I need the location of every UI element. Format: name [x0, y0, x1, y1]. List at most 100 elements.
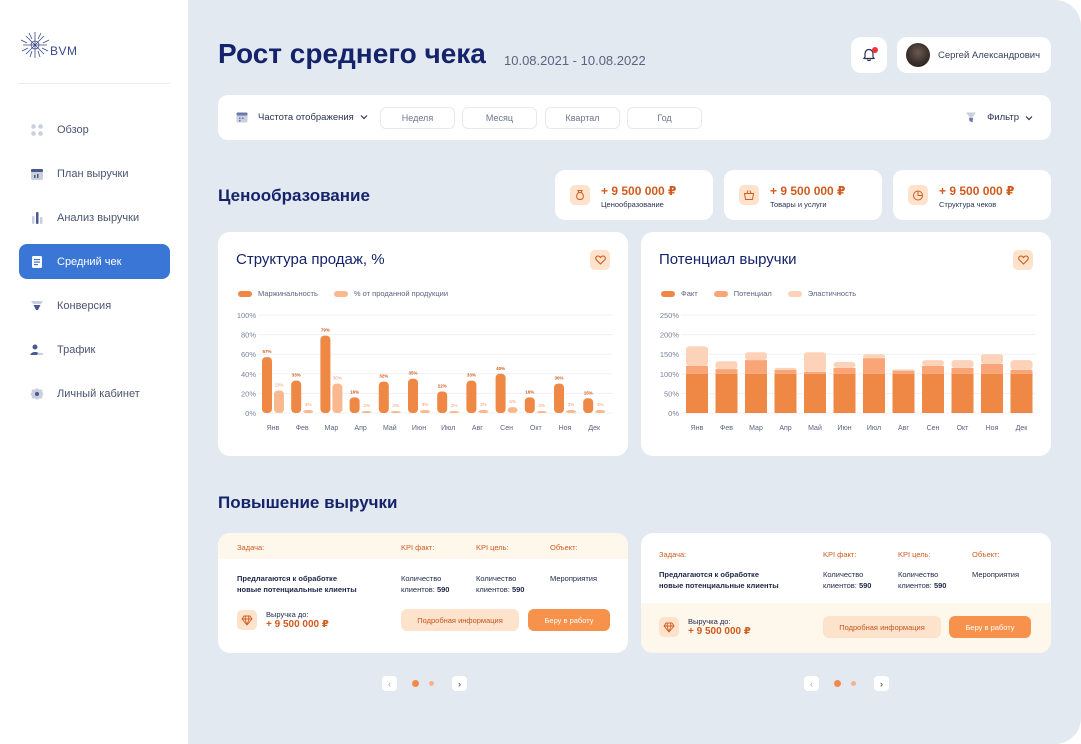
- bar-potential: [715, 369, 738, 374]
- period-quarter-button[interactable]: Квартал: [545, 107, 620, 129]
- bar-margin: [320, 335, 331, 413]
- data-label: 33%: [292, 373, 301, 378]
- sidebar-nav: Обзор План выручки Анализ выручки Средни…: [19, 112, 170, 420]
- carousel-pager: ‹ ›: [804, 676, 889, 691]
- bar-margin: [291, 380, 302, 413]
- details-button[interactable]: Подробная информация: [401, 609, 519, 631]
- y-tick-label: 0%: [668, 409, 679, 418]
- logo[interactable]: BVM: [18, 30, 78, 60]
- filter-label: Фильтр: [987, 112, 1019, 123]
- notification-badge: [872, 47, 878, 53]
- task-description: Предлагаются к обработке новые потенциал…: [237, 573, 357, 595]
- x-tick-label: Июн: [412, 425, 426, 432]
- data-label: 6%: [509, 399, 516, 404]
- diamond-icon: [237, 610, 257, 630]
- legend-swatch: [661, 290, 675, 297]
- users-icon: [30, 343, 44, 357]
- favorite-button[interactable]: [590, 250, 610, 270]
- favorite-button[interactable]: [1013, 250, 1033, 270]
- bar-fact: [686, 373, 708, 413]
- bar-potential: [745, 360, 767, 374]
- frequency-label: Частота отображения: [258, 111, 354, 123]
- bar-sold: [507, 407, 518, 413]
- next-page-button[interactable]: ›: [452, 676, 467, 691]
- kpi-fact-header: KPI факт:: [401, 543, 435, 552]
- task-line: Предлагаются к обработке: [237, 574, 337, 583]
- legend-item: Потенциал: [713, 289, 772, 298]
- x-tick-label: Фев: [296, 425, 309, 432]
- sidebar-item-label: Конверсия: [57, 299, 112, 312]
- data-label: 79%: [321, 328, 330, 333]
- sidebar-item-account[interactable]: Личный кабинет: [19, 376, 170, 411]
- legend-item: % от проданной продукции: [333, 289, 449, 298]
- take-to-work-button[interactable]: Беру в работу: [949, 616, 1031, 638]
- page-dot[interactable]: [429, 681, 434, 686]
- user-profile-button[interactable]: Сергей Александрович: [897, 37, 1051, 73]
- receipt-icon: [30, 255, 44, 269]
- bar-potential: [686, 365, 708, 374]
- notifications-button[interactable]: [851, 37, 887, 73]
- bar-margin: [495, 373, 506, 413]
- prev-page-button[interactable]: ‹: [804, 676, 819, 691]
- heart-icon: [594, 255, 606, 265]
- kpi-line: Количество: [476, 574, 517, 583]
- legend-item: Маржинальность: [238, 289, 318, 298]
- object-header: Объект:: [550, 543, 578, 552]
- bar-elasticity: [745, 352, 767, 361]
- sidebar-item-revenue-analysis[interactable]: Анализ выручки: [19, 200, 170, 235]
- x-tick-label: Ноя: [986, 425, 999, 432]
- y-tick-label: 100%: [237, 311, 257, 320]
- y-tick-label: 200%: [660, 331, 680, 340]
- page-dot-active[interactable]: [412, 680, 419, 687]
- x-tick-label: Июл: [441, 425, 455, 432]
- sidebar-item-revenue-plan[interactable]: План выручки: [19, 156, 170, 191]
- sidebar-item-label: Анализ выручки: [57, 211, 140, 224]
- task-line: новые потенциальные клиенты: [237, 585, 357, 594]
- kpi-card-pricing[interactable]: + 9 500 000 ₽ Ценообразование: [555, 170, 713, 220]
- sidebar-item-traffic[interactable]: Трафик: [19, 332, 170, 367]
- period-month-button[interactable]: Месяц: [462, 107, 537, 129]
- kpi-card-goods[interactable]: + 9 500 000 ₽ Товары и услуги: [724, 170, 882, 220]
- chart-title: Потенциал выручки: [659, 251, 797, 268]
- legend-label: % от проданной продукции: [353, 289, 449, 298]
- y-tick-label: 100%: [660, 370, 680, 379]
- page-dot[interactable]: [851, 681, 856, 686]
- bar-margin: [349, 397, 360, 413]
- bar-sold: [420, 410, 430, 413]
- legend-item: Факт: [661, 289, 698, 298]
- data-label: 22%: [438, 383, 447, 388]
- filter-dropdown[interactable]: Фильтр: [965, 111, 1033, 124]
- bar-fact: [833, 373, 856, 413]
- kpi-card-check-structure[interactable]: + 9 500 000 ₽ Структура чеков: [893, 170, 1051, 220]
- frequency-dropdown[interactable]: Частота отображения: [236, 111, 368, 123]
- bar-sold: [566, 410, 576, 413]
- revenue-potential-card: Потенциал выручки Факт Потенциал Эластич…: [641, 232, 1051, 456]
- period-year-button[interactable]: Год: [627, 107, 702, 129]
- kpi-line: клиентов: 590: [823, 580, 871, 591]
- sidebar-item-overview[interactable]: Обзор: [19, 112, 170, 147]
- sidebar-item-average-check[interactable]: Средний чек: [19, 244, 170, 279]
- legend-swatch: [333, 290, 348, 297]
- data-label: 3%: [480, 402, 487, 407]
- x-tick-label: Май: [383, 424, 397, 432]
- x-tick-label: Окт: [957, 425, 970, 432]
- next-page-button[interactable]: ›: [874, 676, 889, 691]
- kpi-line-label: клиентов:: [823, 581, 857, 590]
- data-label: 30%: [554, 376, 563, 381]
- bar-sold: [595, 410, 606, 413]
- bar-fact: [892, 373, 915, 413]
- sales-structure-card: Структура продаж, % Маржинальность % от …: [218, 232, 628, 456]
- data-label: 16%: [525, 389, 534, 394]
- data-label: 16%: [350, 389, 359, 394]
- prev-page-button[interactable]: ‹: [382, 676, 397, 691]
- sidebar-item-conversion[interactable]: Конверсия: [19, 288, 170, 323]
- kpi-line: Количество: [401, 574, 442, 583]
- kpi-line: Количество: [823, 570, 864, 579]
- period-week-button[interactable]: Неделя: [380, 107, 455, 129]
- page-dot-active[interactable]: [834, 680, 841, 687]
- take-to-work-button[interactable]: Беру в работу: [528, 609, 610, 631]
- bar-potential: [1010, 369, 1033, 374]
- task-description: Предлагаются к обработке новые потенциал…: [659, 569, 779, 591]
- bar-sold: [361, 411, 372, 414]
- details-button[interactable]: Подробная информация: [823, 616, 941, 638]
